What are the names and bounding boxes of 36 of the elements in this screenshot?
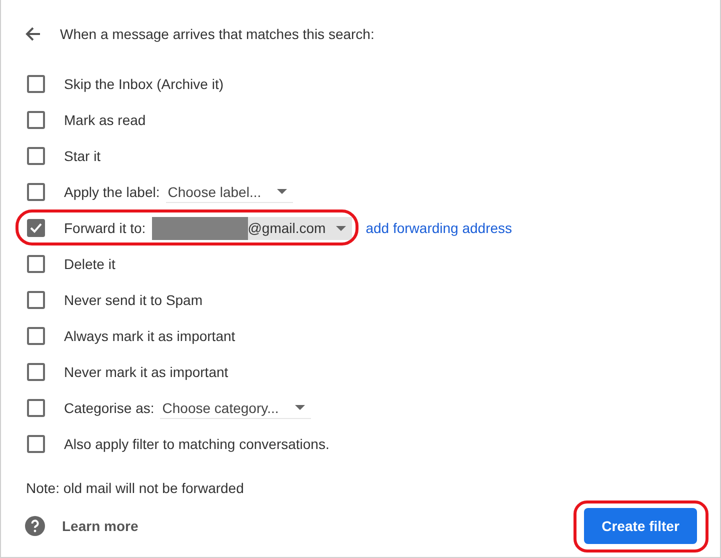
- checkbox[interactable]: [27, 147, 45, 165]
- checkbox[interactable]: [27, 219, 45, 237]
- checkbox[interactable]: [27, 75, 45, 93]
- option-label: Mark as read: [64, 112, 146, 128]
- address-dropdown[interactable]: @gmail.com: [152, 216, 352, 240]
- checkbox[interactable]: [27, 435, 45, 453]
- option-label: Apply the label:: [64, 184, 160, 200]
- caret-icon: [277, 189, 288, 194]
- option-label: Delete it: [64, 256, 116, 272]
- option-label: Categorise as:: [64, 400, 154, 416]
- learn-more-link[interactable]: Learn more: [25, 516, 138, 536]
- checkbox[interactable]: [27, 291, 45, 309]
- dropdown[interactable]: Choose category...: [160, 398, 311, 418]
- checkbox[interactable]: [27, 183, 45, 201]
- caret-icon: [336, 226, 346, 230]
- caret-icon: [294, 405, 305, 410]
- option-label: Always mark it as important: [64, 328, 236, 344]
- create-filter-button[interactable]: Create filter: [584, 508, 697, 544]
- checkbox[interactable]: [27, 363, 45, 381]
- option-label: Also apply filter to matching conversations.: [64, 436, 330, 452]
- help-icon: [25, 516, 45, 536]
- note-text: Note: old mail will not be forwarded: [26, 479, 245, 498]
- forwarding-link[interactable]: add forwarding address: [366, 220, 512, 236]
- option-label: Never mark it as important: [64, 364, 228, 380]
- option-label: Skip the Inbox (Archive it): [64, 76, 224, 92]
- option-label: Forward it to:: [64, 220, 146, 236]
- checkbox[interactable]: [27, 255, 45, 273]
- option-label: Star it: [64, 148, 101, 164]
- checkbox[interactable]: [27, 111, 45, 129]
- checkbox[interactable]: [27, 399, 45, 417]
- dropdown[interactable]: Choose label...: [166, 182, 294, 202]
- checkbox[interactable]: [27, 327, 45, 345]
- filter-heading: When a message arrives that matches this search:: [60, 26, 374, 42]
- check-icon: [30, 223, 42, 233]
- option-label: Never send it to Spam: [64, 292, 203, 308]
- back-arrow-icon[interactable]: [25, 26, 41, 42]
